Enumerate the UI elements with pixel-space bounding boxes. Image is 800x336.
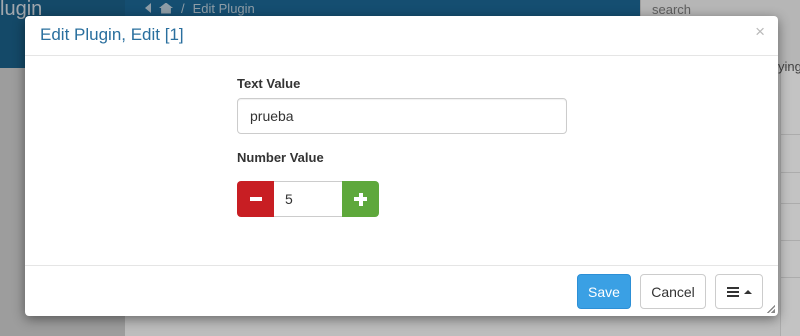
- text-value-input[interactable]: [237, 98, 567, 134]
- number-value-input[interactable]: [274, 181, 342, 217]
- increment-button[interactable]: [342, 181, 379, 217]
- minus-icon: [249, 197, 262, 201]
- decrement-button[interactable]: [237, 181, 274, 217]
- number-value-stepper: [237, 181, 379, 217]
- dialog-body: Text Value Number Value: [25, 56, 778, 265]
- dialog-header: Edit Plugin, Edit [1] ×: [25, 16, 778, 56]
- dialog-footer: Save Cancel: [25, 265, 778, 316]
- text-value-label: Text Value: [237, 76, 301, 91]
- number-value-label: Number Value: [237, 150, 324, 165]
- more-actions-button[interactable]: [715, 274, 763, 309]
- save-button[interactable]: Save: [577, 274, 631, 309]
- resize-grip-icon[interactable]: [767, 305, 775, 313]
- hamburger-menu-icon: [726, 286, 739, 297]
- cancel-button[interactable]: Cancel: [640, 274, 706, 309]
- dialog-title: Edit Plugin, Edit [1]: [40, 25, 184, 44]
- edit-plugin-dialog: Edit Plugin, Edit [1] × Text Value Numbe…: [25, 16, 778, 316]
- caret-up-icon: [743, 289, 752, 294]
- close-icon[interactable]: ×: [755, 23, 765, 40]
- plus-icon: [354, 192, 367, 206]
